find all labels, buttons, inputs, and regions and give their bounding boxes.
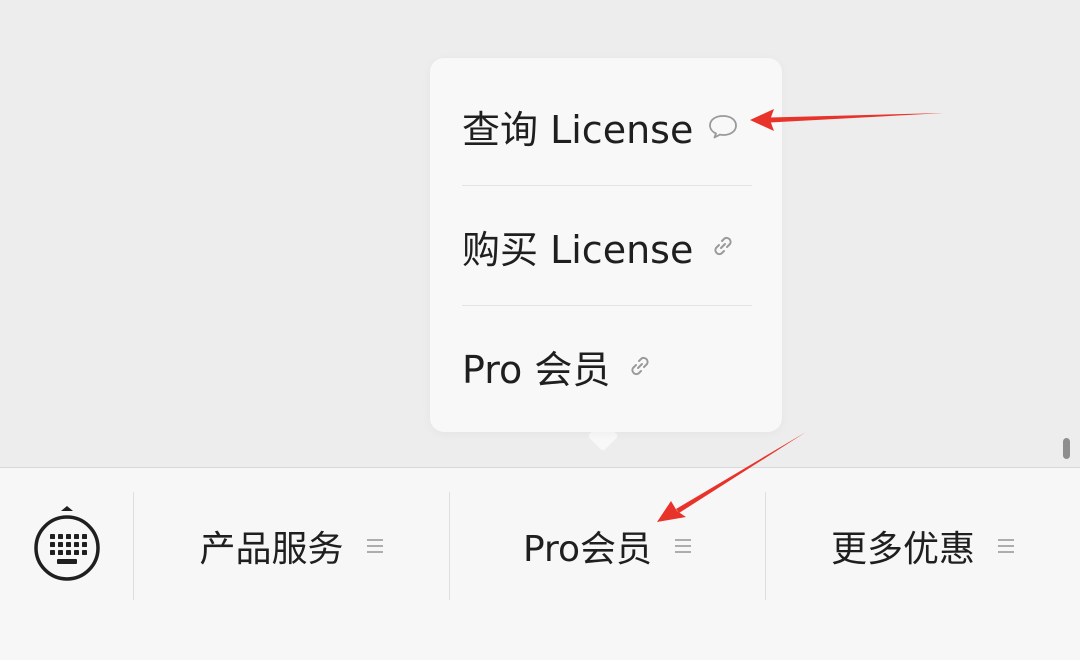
submenu-popup: 查询 License 购买 License Pro 会员 xyxy=(430,58,782,432)
link-icon xyxy=(707,230,739,262)
submenu-item-buy-license[interactable]: 购买 License xyxy=(462,186,752,306)
keyboard-toggle-button[interactable] xyxy=(30,506,104,586)
menu-bar-item-label: Pro会员 xyxy=(522,529,653,570)
submenu-item-label: 查询 License xyxy=(462,107,694,152)
submenu-item-label: Pro 会员 xyxy=(462,347,611,392)
bottom-menu-bar: 产品服务 Pro会员 更多优惠 xyxy=(0,467,1080,660)
menu-bar-item-pro-member[interactable]: Pro会员 xyxy=(450,492,765,600)
scroll-indicator[interactable] xyxy=(1063,438,1070,459)
link-icon xyxy=(624,350,656,382)
submenu-item-query-license[interactable]: 查询 License xyxy=(462,66,752,186)
menu-lines-icon xyxy=(366,537,384,555)
menu-bar-item-label: 产品服务 xyxy=(199,529,344,570)
menu-bar-item-more-offers[interactable]: 更多优惠 xyxy=(766,492,1080,600)
menu-bar-item-product-services[interactable]: 产品服务 xyxy=(134,492,449,600)
menu-bar-item-label: 更多优惠 xyxy=(830,529,975,570)
submenu-item-pro-member[interactable]: Pro 会员 xyxy=(462,306,752,426)
menu-lines-icon xyxy=(674,537,692,555)
submenu-item-label: 购买 License xyxy=(462,227,694,272)
keyboard-icon xyxy=(34,506,100,581)
menu-lines-icon xyxy=(997,537,1015,555)
chat-bubble-icon xyxy=(707,110,739,142)
